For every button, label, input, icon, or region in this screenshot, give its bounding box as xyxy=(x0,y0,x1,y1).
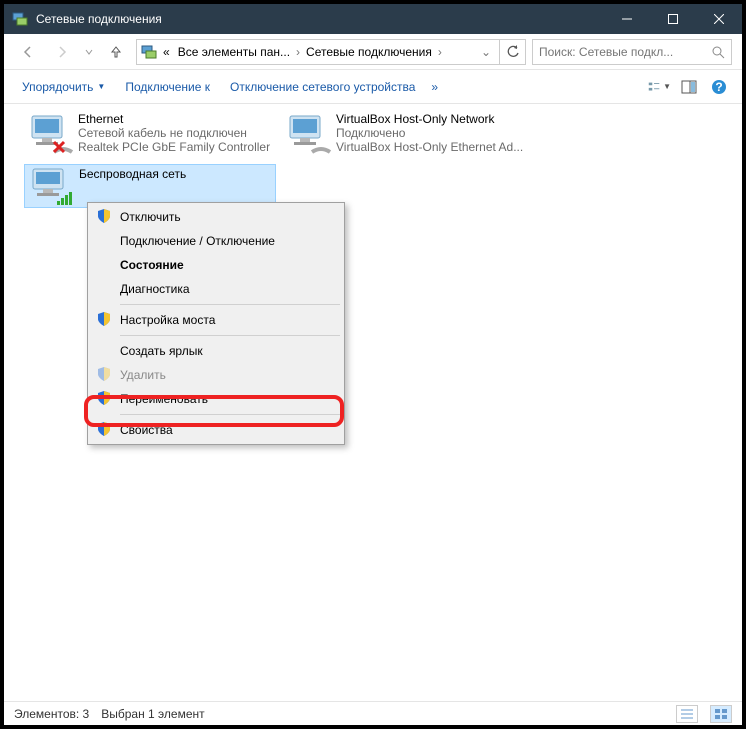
back-button[interactable] xyxy=(14,38,42,66)
separator xyxy=(120,414,340,415)
shield-icon xyxy=(96,390,112,406)
adapter-device: VirtualBox Host-Only Ethernet Ad... xyxy=(336,140,532,154)
command-bar: Упорядочить▼ Подключение к Отключение се… xyxy=(4,70,742,104)
breadcrumb-2[interactable]: Сетевые подключения xyxy=(304,45,434,59)
ctx-disable[interactable]: Отключить xyxy=(90,205,342,229)
ctx-bridge[interactable]: Настройка моста xyxy=(90,308,342,332)
minimize-button[interactable] xyxy=(604,4,650,34)
ctx-properties[interactable]: Свойства xyxy=(90,418,342,442)
adapter-name: Беспроводная сеть xyxy=(79,167,273,181)
ctx-connect-disconnect[interactable]: Подключение / Отключение xyxy=(90,229,342,253)
help-button[interactable]: ? xyxy=(706,74,732,100)
preview-pane-button[interactable] xyxy=(676,74,702,100)
details-view-button[interactable] xyxy=(676,705,698,723)
adapter-device: Realtek PCIe GbE Family Controller xyxy=(78,140,274,154)
network-connections-icon xyxy=(12,11,28,27)
ctx-diagnose[interactable]: Диагностика xyxy=(90,277,342,301)
adapter-status: Сетевой кабель не подключен xyxy=(78,126,274,140)
breadcrumb-1[interactable]: Все элементы пан... xyxy=(176,45,292,59)
titlebar: Сетевые подключения xyxy=(4,4,742,34)
adapter-ethernet[interactable]: Ethernet Сетевой кабель не подключен Rea… xyxy=(24,110,276,158)
selection-count: Выбран 1 элемент xyxy=(101,707,204,721)
separator xyxy=(120,335,340,336)
context-menu: Отключить Подключение / Отключение Состо… xyxy=(87,202,345,445)
item-count: Элементов: 3 xyxy=(14,707,89,721)
close-button[interactable] xyxy=(696,4,742,34)
ctx-rename[interactable]: Переименовать xyxy=(90,387,342,411)
ethernet-icon xyxy=(284,112,332,158)
address-bar[interactable]: « Все элементы пан... › Сетевые подключе… xyxy=(136,39,500,65)
refresh-button[interactable] xyxy=(500,39,526,65)
status-bar: Элементов: 3 Выбран 1 элемент xyxy=(4,701,742,725)
forward-button[interactable] xyxy=(48,38,76,66)
shield-icon xyxy=(96,366,112,382)
adapter-name: VirtualBox Host-Only Network xyxy=(336,112,532,126)
shield-icon xyxy=(96,311,112,327)
ctx-delete: Удалить xyxy=(90,363,342,387)
chevron-down-icon[interactable]: ⌄ xyxy=(477,45,495,59)
search-icon xyxy=(711,45,725,59)
wifi-icon xyxy=(27,167,75,213)
maximize-button[interactable] xyxy=(650,4,696,34)
disable-device-button[interactable]: Отключение сетевого устройства xyxy=(222,76,423,98)
view-options-button[interactable]: ▼ xyxy=(646,74,672,100)
svg-text:?: ? xyxy=(715,80,722,94)
ctx-shortcut[interactable]: Создать ярлык xyxy=(90,339,342,363)
adapter-virtualbox[interactable]: VirtualBox Host-Only Network Подключено … xyxy=(282,110,534,158)
content-area[interactable]: Ethernet Сетевой кабель не подключен Rea… xyxy=(4,104,742,704)
tiles-view-button[interactable] xyxy=(710,705,732,723)
ctx-status[interactable]: Состояние xyxy=(90,253,342,277)
adapter-name: Ethernet xyxy=(78,112,274,126)
search-input[interactable] xyxy=(539,45,705,59)
address-row: « Все элементы пан... › Сетевые подключе… xyxy=(4,34,742,70)
shield-icon xyxy=(96,421,112,437)
ethernet-icon xyxy=(26,112,74,158)
chevron-right-icon[interactable]: › xyxy=(438,45,442,59)
shield-icon xyxy=(96,208,112,224)
chevron-right-icon[interactable]: › xyxy=(296,45,300,59)
organize-menu[interactable]: Упорядочить▼ xyxy=(14,76,113,98)
search-box[interactable] xyxy=(532,39,732,65)
window-title: Сетевые подключения xyxy=(36,12,604,26)
overflow-button[interactable]: » xyxy=(427,76,442,98)
adapter-status: Подключено xyxy=(336,126,532,140)
breadcrumb-prefix: « xyxy=(161,45,172,59)
connect-to-button[interactable]: Подключение к xyxy=(117,76,218,98)
recent-dropdown[interactable] xyxy=(82,38,96,66)
up-button[interactable] xyxy=(102,38,130,66)
separator xyxy=(120,304,340,305)
control-panel-icon xyxy=(141,44,157,60)
